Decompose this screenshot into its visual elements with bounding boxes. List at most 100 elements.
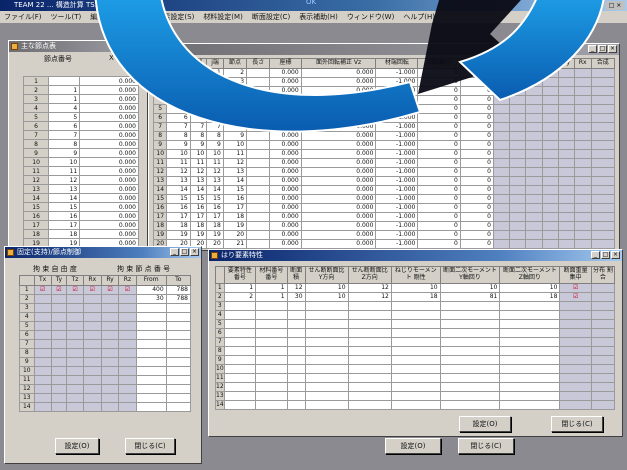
dof-checkbox[interactable] bbox=[82, 338, 102, 349]
to-node-cell[interactable] bbox=[165, 347, 192, 358]
dof-checkbox[interactable] bbox=[118, 347, 137, 358]
dof-checkbox[interactable] bbox=[50, 392, 68, 403]
table-cell[interactable]: 13 bbox=[189, 175, 208, 186]
checkbox-cell[interactable] bbox=[573, 193, 592, 204]
checkbox-cell[interactable] bbox=[525, 67, 543, 78]
table-cell[interactable] bbox=[304, 363, 349, 374]
checkbox-cell[interactable] bbox=[492, 94, 510, 105]
table-cell[interactable]: 0.000 bbox=[79, 229, 139, 239]
checkbox-cell[interactable] bbox=[590, 238, 616, 249]
members-window-titlebar[interactable]: 部材表 _ □ × bbox=[149, 44, 619, 55]
dof-checkbox[interactable] bbox=[66, 401, 84, 412]
dof-checkbox[interactable] bbox=[82, 311, 102, 322]
table-cell[interactable]: 0.000 bbox=[300, 130, 377, 141]
table-cell[interactable]: 0.000 bbox=[269, 229, 302, 240]
table-cell[interactable]: 19 bbox=[189, 229, 208, 240]
from-node-cell[interactable] bbox=[135, 365, 167, 376]
menu-item-0[interactable]: ファイル(F) bbox=[4, 13, 42, 21]
table-cell[interactable] bbox=[286, 336, 306, 347]
dof-checkbox[interactable]: ☑ bbox=[66, 284, 84, 295]
dof-checkbox[interactable] bbox=[50, 401, 68, 412]
table-cell[interactable]: 15 bbox=[206, 193, 224, 204]
checkbox-cell[interactable] bbox=[541, 148, 559, 159]
table-cell[interactable] bbox=[390, 372, 441, 383]
checkbox-cell[interactable] bbox=[541, 220, 559, 231]
from-node-cell[interactable] bbox=[135, 374, 167, 385]
checkbox-cell[interactable] bbox=[525, 139, 543, 150]
table-cell[interactable]: 0.000 bbox=[300, 220, 377, 231]
checkbox-cell[interactable] bbox=[557, 94, 575, 105]
to-node-cell[interactable]: 788 bbox=[165, 293, 192, 304]
table-cell[interactable]: 0.000 bbox=[300, 67, 377, 78]
table-cell[interactable]: 0 bbox=[417, 67, 461, 78]
table-cell[interactable]: 9 bbox=[222, 130, 248, 141]
table-cell[interactable] bbox=[286, 354, 306, 365]
checkbox-cell[interactable] bbox=[492, 148, 510, 159]
section-window-titlebar[interactable]: はり要素特性 _ □ × bbox=[209, 250, 622, 261]
checkbox-cell[interactable] bbox=[557, 211, 575, 222]
distributed-checkbox[interactable] bbox=[590, 399, 616, 410]
table-cell[interactable] bbox=[499, 354, 561, 365]
checkbox-cell[interactable] bbox=[541, 211, 559, 222]
dof-checkbox[interactable] bbox=[82, 302, 102, 313]
table-cell[interactable]: 0.000 bbox=[300, 148, 377, 159]
table-cell[interactable] bbox=[246, 157, 271, 168]
table-cell[interactable]: 3 bbox=[222, 76, 248, 87]
distributed-checkbox[interactable] bbox=[590, 363, 616, 374]
table-cell[interactable]: 0 bbox=[459, 103, 494, 114]
checkbox-cell[interactable] bbox=[492, 166, 510, 177]
table-cell[interactable]: 9 bbox=[189, 139, 208, 150]
table-cell[interactable] bbox=[255, 336, 288, 347]
table-cell[interactable]: 0 bbox=[459, 229, 494, 240]
from-node-cell[interactable]: 30 bbox=[135, 293, 167, 304]
checkbox-cell[interactable] bbox=[590, 121, 616, 132]
checkbox-cell[interactable] bbox=[508, 85, 527, 96]
table-cell[interactable] bbox=[223, 327, 257, 338]
table-cell[interactable] bbox=[255, 363, 288, 374]
menu-item-2[interactable]: 編集(E) bbox=[90, 13, 114, 21]
table-cell[interactable] bbox=[390, 336, 441, 347]
table-cell[interactable]: 11 bbox=[206, 157, 224, 168]
table-cell[interactable]: 2 bbox=[223, 291, 257, 302]
distributed-checkbox[interactable] bbox=[590, 390, 616, 401]
table-cell[interactable]: 0.000 bbox=[269, 94, 302, 105]
dof-checkbox[interactable] bbox=[66, 356, 84, 367]
to-node-cell[interactable] bbox=[165, 374, 192, 385]
table-cell[interactable]: 0.000 bbox=[79, 121, 139, 131]
window-controls[interactable]: □ × bbox=[605, 1, 625, 10]
bottom-close-button[interactable]: 閉じる(C) bbox=[458, 438, 514, 454]
checkbox-cell[interactable] bbox=[541, 76, 559, 87]
table-cell[interactable] bbox=[390, 399, 441, 410]
nodes-table[interactable]: 1 0.000 2 1 0.000 3 1 0.000 4 4 0.000 5 5 0.000 6 6 0.00… bbox=[22, 76, 139, 249]
table-cell[interactable]: 0 bbox=[417, 211, 461, 222]
table-cell[interactable] bbox=[304, 354, 349, 365]
concentrated-checkbox[interactable] bbox=[559, 336, 592, 347]
table-cell[interactable] bbox=[439, 363, 501, 374]
table-cell[interactable]: 0.000 bbox=[300, 112, 377, 123]
table-cell[interactable]: 0 bbox=[459, 148, 494, 159]
checkbox-cell[interactable] bbox=[590, 220, 616, 231]
dof-checkbox[interactable] bbox=[100, 347, 120, 358]
menu-item-9[interactable]: ヘルプ(H) bbox=[403, 13, 435, 21]
table-cell[interactable]: 0 bbox=[417, 76, 461, 87]
table-cell[interactable]: -1.000 bbox=[375, 130, 419, 141]
from-node-cell[interactable]: 400 bbox=[135, 284, 167, 295]
checkbox-cell[interactable] bbox=[557, 130, 575, 141]
distributed-checkbox[interactable] bbox=[590, 318, 616, 329]
checkbox-cell[interactable] bbox=[541, 85, 559, 96]
dof-checkbox[interactable] bbox=[33, 383, 52, 394]
table-cell[interactable] bbox=[286, 390, 306, 401]
distributed-checkbox[interactable] bbox=[590, 309, 616, 320]
checkbox-cell[interactable] bbox=[573, 139, 592, 150]
checkbox-cell[interactable] bbox=[557, 229, 575, 240]
checkbox-cell[interactable] bbox=[590, 67, 616, 78]
table-cell[interactable] bbox=[286, 309, 306, 320]
checkbox-cell[interactable] bbox=[541, 229, 559, 240]
table-cell[interactable]: 0.000 bbox=[269, 193, 302, 204]
table-cell[interactable]: 16 bbox=[222, 193, 248, 204]
checkbox-cell[interactable] bbox=[525, 211, 543, 222]
from-node-cell[interactable] bbox=[135, 392, 167, 403]
table-cell[interactable] bbox=[286, 399, 306, 410]
table-cell[interactable]: 0.000 bbox=[79, 139, 139, 149]
table-cell[interactable] bbox=[499, 390, 561, 401]
